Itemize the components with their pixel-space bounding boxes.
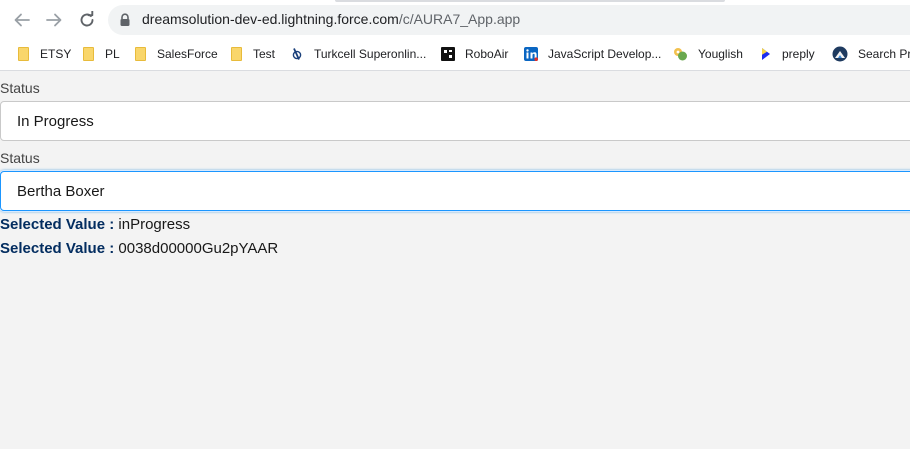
address-url[interactable]: dreamsolution-dev-ed.lightning.force.com… [142, 11, 520, 27]
bookmark-preply[interactable]: preply [758, 38, 815, 70]
forward-arrow-icon [46, 13, 62, 27]
reload-icon [80, 11, 94, 27]
roboair-icon [441, 47, 455, 61]
bookmark-label: Youglish [698, 47, 743, 61]
folder-icon [81, 47, 95, 61]
bookmark-javascript-develop[interactable]: JavaScript Develop... [524, 38, 661, 70]
selected-value-text: 0038d00000Gu2pYAAR [118, 240, 279, 257]
selected-value-text: inProgress [118, 216, 191, 233]
bookmark-label: Search Pro [858, 47, 910, 61]
selected-value-label: Selected Value : [0, 216, 115, 233]
contact-combobox[interactable]: Bertha Boxer [0, 171, 910, 211]
lock-icon[interactable] [119, 13, 131, 27]
turkcell-icon [290, 47, 304, 61]
status-label: Status [0, 80, 40, 96]
contact-status-label: Status [0, 150, 40, 166]
bookmark-label: Turkcell Superonlin... [314, 47, 427, 61]
status-combobox[interactable]: In Progress [0, 101, 910, 141]
linkedin-icon [524, 47, 538, 61]
tab-strip-edge [335, 0, 725, 2]
back-button[interactable] [11, 9, 33, 31]
app-content: Status In Progress Status Bertha Boxer S… [0, 71, 910, 449]
youglish-icon [672, 46, 688, 62]
bookmark-salesforce[interactable]: SalesForce [133, 38, 218, 70]
bookmark-pl[interactable]: PL [81, 38, 120, 70]
bookmark-label: Test [253, 47, 276, 61]
search-pro-icon [832, 46, 848, 62]
reload-button[interactable] [76, 9, 98, 31]
bookmark-label: preply [782, 47, 815, 61]
folder-icon [16, 47, 30, 61]
url-path: /c/AURA7_App.app [398, 11, 521, 27]
selected-value-line-2: Selected Value : 0038d00000Gu2pYAAR [0, 240, 278, 257]
bookmark-turkcell[interactable]: Turkcell Superonlin... [290, 38, 426, 70]
bookmark-label: RoboAir [465, 47, 509, 61]
folder-icon [133, 47, 147, 61]
contact-combobox-value: Bertha Boxer [17, 182, 105, 200]
back-arrow-icon [14, 13, 30, 27]
forward-button[interactable] [43, 9, 65, 31]
bookmark-roboair[interactable]: RoboAir [441, 38, 508, 70]
bookmark-search-pro[interactable]: Search Pro [832, 38, 910, 70]
status-combobox-value: In Progress [17, 112, 94, 130]
browser-toolbar: dreamsolution-dev-ed.lightning.force.com… [0, 0, 910, 38]
selected-value-line-1: Selected Value : inProgress [0, 216, 190, 233]
url-host: dreamsolution-dev-ed.lightning.force.com [142, 11, 399, 27]
bookmark-youglish[interactable]: Youglish [672, 38, 743, 70]
bookmark-label: JavaScript Develop... [548, 47, 662, 61]
preply-icon [758, 47, 772, 61]
bookmark-label: ETSY [40, 47, 72, 61]
bookmark-etsy[interactable]: ETSY [16, 38, 71, 70]
bookmarks-bar: ETSY PL SalesForce Test Turkcell Superon… [0, 38, 910, 71]
selected-value-label: Selected Value : [0, 240, 115, 257]
bookmark-label: SalesForce [157, 47, 218, 61]
bookmark-label: PL [105, 47, 120, 61]
bookmark-test[interactable]: Test [229, 38, 275, 70]
folder-icon [229, 47, 243, 61]
